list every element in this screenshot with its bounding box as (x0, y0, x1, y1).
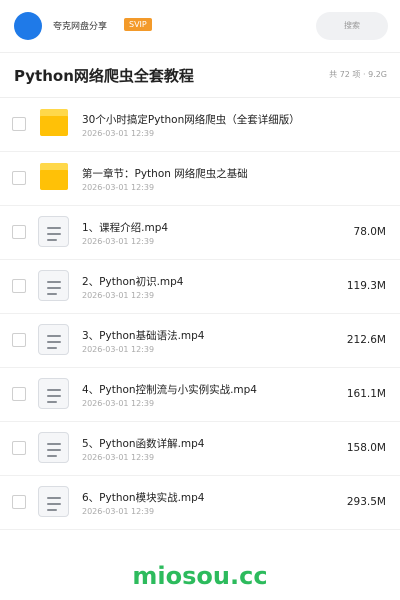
list-item[interactable]: 5、Python函数详解.mp4 2026-03-01 12:39 158.0M (0, 422, 400, 476)
document-icon (38, 323, 70, 357)
list-item[interactable]: 1、课程介绍.mp4 2026-03-01 12:39 78.0M (0, 206, 400, 260)
file-date: 2026-03-01 12:39 (82, 345, 155, 354)
list-item[interactable]: 4、Python控制流与小实例实战.mp4 2026-03-01 12:39 1… (0, 368, 400, 422)
file-name: 4、Python控制流与小实例实战.mp4 (82, 384, 257, 396)
watermark: miosou.cc (132, 562, 268, 590)
page-title: Python网络爬虫全套教程 (14, 67, 194, 85)
document-icon (38, 215, 70, 249)
file-size: 119.3M (346, 280, 386, 292)
list-item[interactable]: 6、Python模块实战.mp4 2026-03-01 12:39 293.5M (0, 476, 400, 530)
checkbox[interactable] (12, 333, 26, 347)
checkbox[interactable] (12, 441, 26, 455)
file-name: 6、Python模块实战.mp4 (82, 492, 205, 504)
file-date: 2026-03-01 12:39 (82, 399, 155, 408)
checkbox[interactable] (12, 495, 26, 509)
file-date: 2026-03-01 12:39 (82, 507, 155, 516)
file-name: 30个小时搞定Python网络爬虫（全套详细版） (82, 114, 300, 126)
document-icon (38, 431, 70, 465)
checkbox[interactable] (12, 279, 26, 293)
file-size: 161.1M (346, 388, 386, 400)
file-date: 2026-03-01 12:39 (82, 291, 155, 300)
file-size: 293.5M (346, 496, 386, 508)
checkbox[interactable] (12, 171, 26, 185)
document-icon (38, 269, 70, 303)
file-date: 2026-03-01 12:39 (82, 183, 155, 192)
checkbox[interactable] (12, 117, 26, 131)
file-size: 212.6M (346, 334, 386, 346)
checkbox[interactable] (12, 387, 26, 401)
app: 夸克网盘分享 SVIP 搜索 Python网络爬虫全套教程 共 72 项 · 9… (0, 0, 400, 600)
title-row: Python网络爬虫全套教程 共 72 项 · 9.2G (0, 53, 400, 98)
list-item[interactable]: 2、Python初识.mp4 2026-03-01 12:39 119.3M (0, 260, 400, 314)
avatar[interactable] (14, 12, 42, 40)
folder-icon (38, 161, 70, 195)
file-name: 3、Python基础语法.mp4 (82, 330, 205, 342)
document-icon (38, 485, 70, 519)
file-name: 2、Python初识.mp4 (82, 276, 184, 288)
file-size: 158.0M (346, 442, 386, 454)
vip-badge: SVIP (124, 18, 152, 31)
document-icon (38, 377, 70, 411)
file-list: 30个小时搞定Python网络爬虫（全套详细版） 2026-03-01 12:3… (0, 98, 400, 530)
account-name[interactable]: 夸克网盘分享 (53, 19, 107, 32)
file-date: 2026-03-01 12:39 (82, 129, 155, 138)
checkbox[interactable] (12, 225, 26, 239)
list-item[interactable]: 3、Python基础语法.mp4 2026-03-01 12:39 212.6M (0, 314, 400, 368)
folder-icon (38, 107, 70, 141)
list-item[interactable]: 第一章节：Python 网络爬虫之基础 2026-03-01 12:39 (0, 152, 400, 206)
header: 夸克网盘分享 SVIP 搜索 (0, 0, 400, 53)
file-date: 2026-03-01 12:39 (82, 453, 155, 462)
list-item[interactable]: 30个小时搞定Python网络爬虫（全套详细版） 2026-03-01 12:3… (0, 98, 400, 152)
file-name: 1、课程介绍.mp4 (82, 222, 169, 234)
file-size: 78.0M (353, 226, 386, 238)
file-date: 2026-03-01 12:39 (82, 237, 155, 246)
folder-meta: 共 72 项 · 9.2G (329, 70, 387, 79)
file-name: 5、Python函数详解.mp4 (82, 438, 205, 450)
search-input[interactable]: 搜索 (316, 12, 388, 40)
file-name: 第一章节：Python 网络爬虫之基础 (82, 168, 248, 180)
